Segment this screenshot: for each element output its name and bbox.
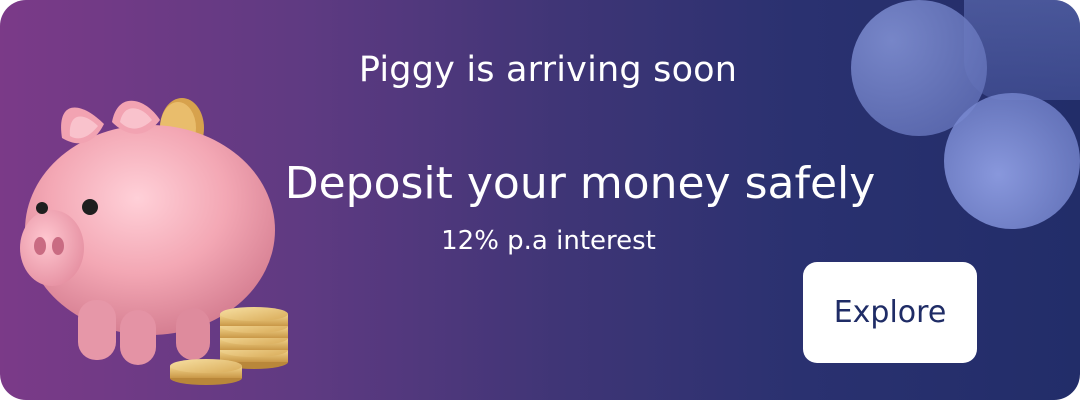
explore-button[interactable]: Explore [803, 262, 977, 363]
promo-banner: Piggy is arriving soon Deposit your mone… [0, 0, 1080, 400]
banner-headline: Deposit your money safely [284, 158, 876, 209]
explore-button-label: Explore [833, 295, 947, 330]
interest-rate-text: 12% p.a interest [441, 226, 656, 256]
banner-title: Piggy is arriving soon [358, 50, 738, 90]
